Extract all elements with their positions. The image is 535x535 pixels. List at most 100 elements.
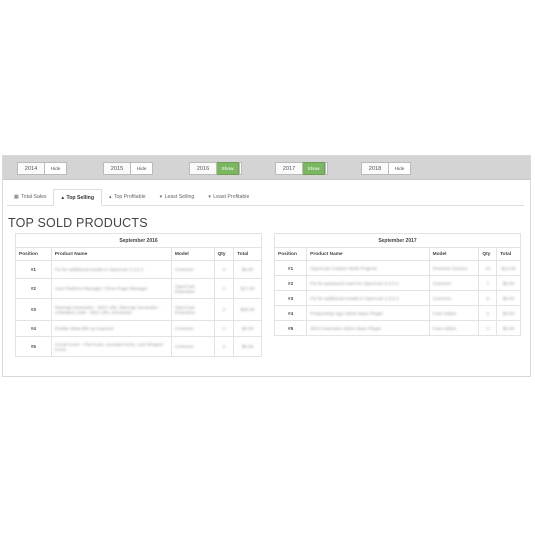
chevron-up-icon: ▴ (61, 195, 64, 201)
qty-cell: 4 (213, 260, 235, 279)
model-cell: Free Addon (428, 305, 480, 321)
year-filter-bar: 2014 Hide 2015 Hide 2016 Show 2017 Show … (3, 156, 530, 180)
qty-cell: 4 (478, 305, 498, 321)
model-cell: Common (428, 290, 480, 306)
product-name-cell: SEO Extension Admin Base Plugin (306, 320, 430, 336)
column-header: Model (170, 247, 215, 261)
table-row: #3 Sitemap Generator - SEO URL Sitemap G… (15, 298, 262, 321)
position-cell: #2 (273, 275, 308, 291)
column-header: Total (496, 247, 521, 261)
column-header: Qty (213, 247, 235, 261)
position-cell: #5 (15, 336, 52, 357)
total-cell: $0.00 (496, 290, 521, 306)
qty-cell: 7 (478, 275, 498, 291)
year-group-2015: 2015 Hide (103, 162, 153, 175)
table-row: #2 Fix for password reset for OpenCart 2… (273, 275, 521, 291)
model-cell: Free Addon (428, 320, 480, 336)
table-row: #5 SEO Extension Admin Base Plugin Free … (273, 320, 521, 336)
report-tabs: ▦ Total Sales ▴ Top Selling ▴ Top Profit… (7, 189, 524, 206)
year-group-2018: 2018 Hide (361, 162, 411, 175)
tab-total-sales[interactable]: ▦ Total Sales (7, 189, 53, 205)
page-title: TOP SOLD PRODUCTS (8, 216, 148, 230)
column-header: Total (233, 247, 262, 261)
table-row: #2 Auto Redirect Manager / Error Page Ma… (15, 278, 262, 299)
year-label: 2015 (103, 162, 131, 175)
total-cell: $0.00 (496, 275, 521, 291)
table-row: #1 Fix for additional emails in Opencart… (15, 260, 262, 279)
qty-cell: 13 (478, 260, 498, 276)
total-cell: $0.00 (233, 320, 262, 337)
column-header: Position (15, 247, 52, 261)
tab-top-selling[interactable]: ▴ Top Selling (53, 189, 103, 206)
column-header: Product Name (306, 247, 430, 261)
chevron-up-icon: ▴ (109, 194, 112, 200)
product-name-cell: Social Icons - Flat icons, rounded icons… (50, 336, 172, 357)
year-toggle-button[interactable]: Hide (45, 162, 67, 175)
year-label: 2016 (189, 162, 217, 175)
position-cell: #5 (273, 320, 308, 336)
year-toggle-button[interactable]: Hide (131, 162, 153, 175)
table-row: #5 Social Icons - Flat icons, rounded ic… (15, 336, 262, 357)
model-cell: Premium Service (428, 260, 480, 276)
tab-label: Least Selling (164, 194, 195, 200)
year-toggle-button[interactable]: Hide (389, 162, 411, 175)
top-products-table-2017: September 2017 Position Product Name Mod… (273, 233, 521, 336)
position-cell: #4 (15, 320, 52, 337)
tab-label: Top Profitable (113, 194, 146, 200)
total-cell: $14.00 (496, 260, 521, 276)
total-cell: $0.00 (233, 336, 262, 357)
product-name-cell: Fix for additional emails in Opencart 2.… (306, 290, 430, 306)
period-header: September 2016 (15, 233, 262, 248)
model-cell: Common (170, 320, 215, 337)
product-name-cell: Auto Redirect Manager / Error Page Manag… (50, 278, 172, 299)
total-cell: $0.00 (233, 260, 262, 279)
tab-least-profitable[interactable]: ▾ Least Profitable (201, 189, 256, 205)
tab-top-profitable[interactable]: ▴ Top Profitable (102, 189, 153, 205)
table-icon: ▦ (14, 194, 19, 200)
column-header: Product Name (50, 247, 172, 261)
total-cell: $0.00 (496, 320, 521, 336)
model-cell: Common (428, 275, 480, 291)
column-header: Model (428, 247, 480, 261)
model-cell: OpenCart Extension (170, 278, 215, 299)
chevron-down-icon: ▾ (208, 194, 211, 200)
model-cell: Common (170, 336, 215, 357)
tab-label: Least Profitable (213, 194, 250, 200)
year-toggle-button[interactable]: Show (303, 162, 328, 175)
total-cell: $30.00 (233, 298, 262, 321)
year-label: 2018 (361, 162, 389, 175)
year-group-2017: 2017 Show (275, 162, 328, 175)
qty-cell: 2 (213, 336, 235, 357)
year-group-2014: 2014 Hide (17, 162, 67, 175)
position-cell: #2 (15, 278, 52, 299)
product-name-cell: Sitemap Generator - SEO URL Sitemap Gene… (50, 298, 172, 321)
qty-cell: 6 (478, 290, 498, 306)
table-row: #1 OpenCart Custom Work Projects Premium… (273, 260, 521, 276)
product-name-cell: Fix for additional emails in Opencart 2.… (50, 260, 172, 279)
position-cell: #3 (15, 298, 52, 321)
tab-label: Top Selling (66, 195, 95, 201)
period-header: September 2017 (274, 233, 521, 248)
product-name-cell: Enable Meta title as required (50, 320, 172, 337)
position-cell: #3 (273, 290, 308, 306)
total-cell: $17.00 (233, 278, 262, 299)
table-row: #4 Enable Meta title as required Common … (15, 320, 262, 337)
product-name-cell: Productivity App Admin Base Plugin (306, 305, 430, 321)
model-cell: Common (170, 260, 215, 279)
product-name-cell: OpenCart Custom Work Projects (306, 260, 430, 276)
year-group-2016: 2016 Show (189, 162, 242, 175)
year-label: 2014 (17, 162, 45, 175)
total-cell: $0.00 (496, 305, 521, 321)
chevron-down-icon: ▾ (159, 194, 163, 200)
qty-cell: 2 (213, 298, 235, 321)
table-row: #3 Fix for additional emails in Opencart… (273, 290, 521, 306)
year-label: 2017 (275, 162, 303, 175)
year-toggle-button[interactable]: Show (217, 162, 242, 175)
tab-least-selling[interactable]: ▾ Least Selling (153, 189, 202, 205)
top-products-table-2016: September 2016 Position Product Name Mod… (15, 233, 262, 357)
product-name-cell: Fix for password reset for OpenCart 2.3.… (306, 275, 430, 291)
position-cell: #4 (273, 305, 308, 321)
column-header: Position (273, 247, 308, 261)
column-header: Qty (478, 247, 498, 261)
qty-cell: 2 (213, 278, 235, 299)
